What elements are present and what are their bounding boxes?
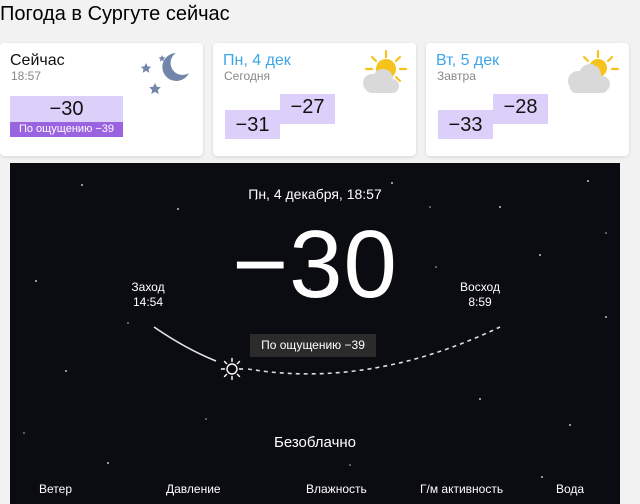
- metric-humidity[interactable]: Влажность: [306, 482, 367, 496]
- forecast-max-temp: −28: [493, 94, 548, 124]
- metric-water[interactable]: Вода: [556, 482, 584, 496]
- sunrise-info: Восход 8:59: [454, 280, 506, 310]
- moon-stars-icon: [140, 53, 189, 94]
- detail-temperature: −30: [232, 211, 398, 318]
- forecast-card-today[interactable]: Пн, 4 дек Сегодня −31 −27: [213, 43, 416, 156]
- detail-feels-like: По ощущению −39: [250, 334, 376, 357]
- forecast-card-tomorrow[interactable]: Вт, 5 дек Завтра −33 −28: [426, 43, 629, 156]
- sunrise-time: 8:59: [468, 295, 492, 309]
- now-temperature: −30: [10, 96, 123, 122]
- forecast-min-temp: −33: [438, 110, 493, 139]
- forecast-max-temp: −27: [280, 94, 335, 124]
- detail-date-time: Пн, 4 декабря, 18:57: [248, 186, 382, 202]
- current-weather-card[interactable]: Сейчас 18:57 −30 По ощущению −39: [0, 43, 203, 156]
- sun-cloud-icon: [363, 49, 408, 93]
- current-detail-panel: Пн, 4 декабря, 18:57 −30 Заход 14:54 Вос…: [10, 163, 620, 504]
- forecast-day-title: Вт, 5 дек: [436, 52, 500, 69]
- page-title: Погода в Сургуте сейчас: [0, 3, 230, 25]
- sun-cloud-icon: [568, 49, 620, 93]
- now-title: Сейчас: [10, 52, 65, 69]
- sun-position-icon: [220, 357, 244, 381]
- sunrise-label: Восход: [460, 280, 500, 294]
- forecast-day-title: Пн, 4 дек: [223, 52, 291, 69]
- now-time: 18:57: [11, 69, 42, 83]
- forecast-day-subtitle: Завтра: [437, 69, 476, 83]
- metric-pressure[interactable]: Давление: [166, 482, 221, 496]
- metric-wind[interactable]: Ветер: [39, 482, 72, 496]
- now-feels-like: По ощущению −39: [10, 122, 123, 137]
- forecast-day-subtitle: Сегодня: [224, 69, 270, 83]
- sunset-info: Заход 14:54: [126, 280, 170, 310]
- weather-condition: Безоблачно: [273, 434, 357, 451]
- sunset-label: Заход: [131, 280, 165, 294]
- metric-geomagnetic[interactable]: Г/м активность: [420, 482, 503, 496]
- sunset-time: 14:54: [132, 295, 164, 309]
- forecast-min-temp: −31: [225, 110, 280, 139]
